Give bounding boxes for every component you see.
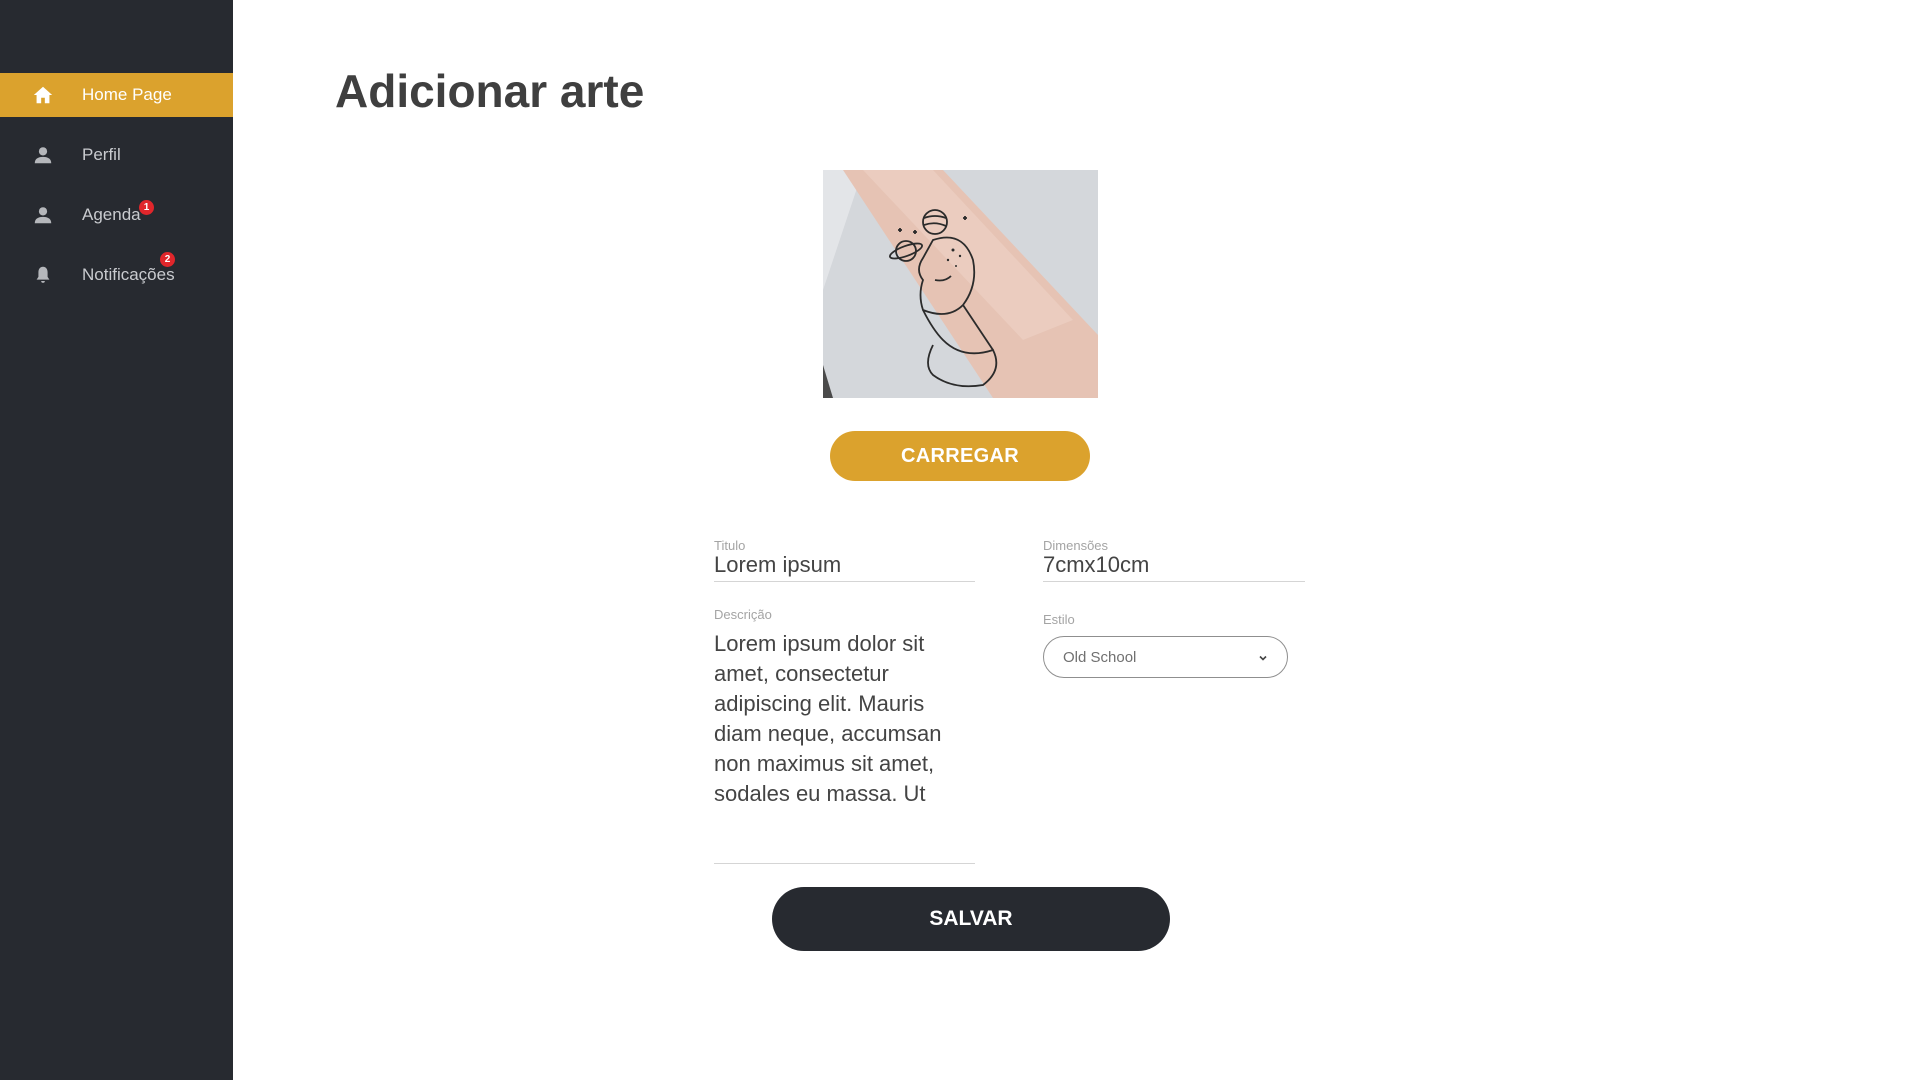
title-underline [714,581,975,582]
dimensions-label: Dimensões [1043,538,1109,553]
user-icon [34,207,52,224]
dimensions-input[interactable]: 7cmx10cm [1043,552,1149,578]
description-textarea[interactable]: Lorem ipsum dolor sit amet, consectetur … [714,629,964,809]
description-label: Descrição [714,607,772,622]
style-select[interactable]: Old School [1043,636,1288,678]
sidebar-item-perfil[interactable]: Perfil [0,133,233,177]
notification-badge: 1 [139,200,154,215]
bell-icon [36,266,50,283]
sidebar-item-label: Agenda [82,205,141,224]
sidebar: Home Page Perfil Agenda 1 Notificações 2 [0,0,233,1080]
home-icon [33,86,53,104]
user-icon [34,147,52,164]
page-title: Adicionar arte [335,65,645,117]
sidebar-item-label: Home Page [82,85,172,104]
main-content: Adicionar arte CARREGAR Titulo Lorem ips… [233,0,1920,1080]
sidebar-item-agenda[interactable]: Agenda 1 [0,193,233,237]
chevron-down-icon [1259,655,1267,661]
tattoo-photo [823,170,1098,398]
dimensions-underline [1043,581,1305,582]
sidebar-item-home-page[interactable]: Home Page [0,73,233,117]
art-preview-image [823,170,1098,398]
style-label: Estilo [1043,612,1075,627]
notification-badge: 2 [160,252,175,267]
style-select-value: Old School [1063,649,1137,666]
dimensions-field[interactable]: Dimensões 7cmx10cm [1043,538,1305,582]
title-input[interactable]: Lorem ipsum [714,552,841,578]
style-field: Estilo Old School [1043,612,1288,680]
title-label: Titulo [714,538,746,553]
upload-button[interactable]: CARREGAR [830,431,1090,481]
description-underline [714,863,975,864]
title-field[interactable]: Titulo Lorem ipsum [714,538,975,582]
sidebar-item-label: Notificações [82,265,175,284]
description-field[interactable]: Descrição Lorem ipsum dolor sit amet, co… [714,607,975,865]
save-button[interactable]: SALVAR [772,887,1170,951]
sidebar-item-notificacoes[interactable]: Notificações 2 [0,252,233,297]
sidebar-item-label: Perfil [82,145,121,164]
